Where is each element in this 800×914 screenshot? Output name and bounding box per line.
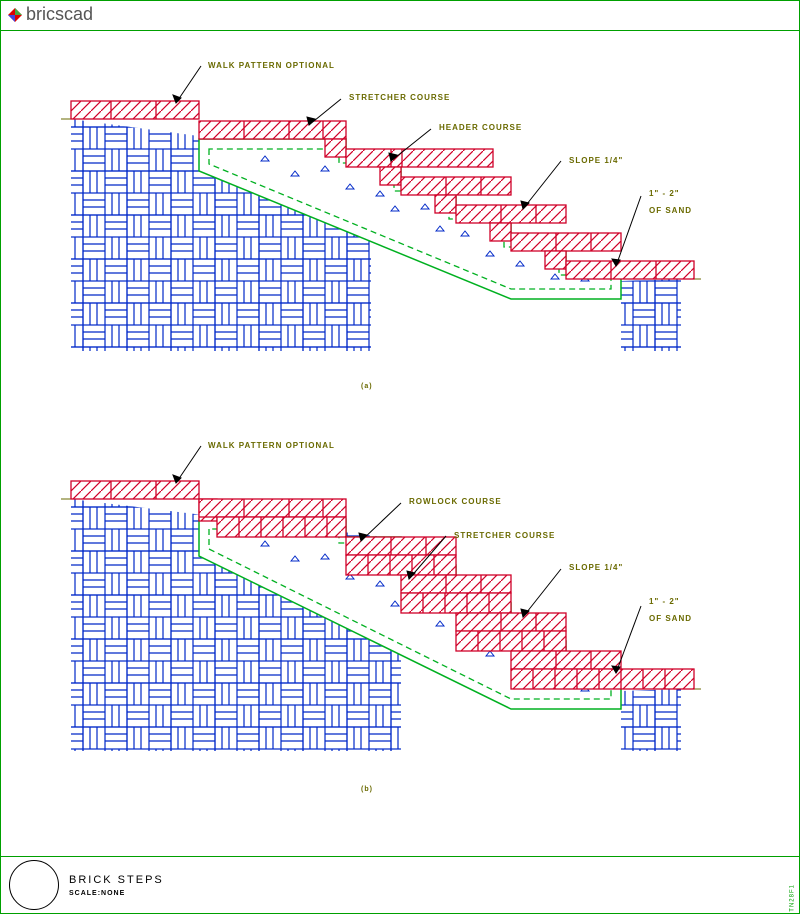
title-block: BRICK STEPS SCALE:NONE xyxy=(1,856,799,913)
drawing-number: TN28F1 xyxy=(790,884,796,912)
label-sand1-b: 1" - 2" xyxy=(649,597,680,606)
label-walk-a: WALK PATTERN OPTIONAL xyxy=(208,61,335,70)
detail-a: WALK PATTERN OPTIONAL STRETCHER COURSE H… xyxy=(61,61,741,401)
detail-b-svg xyxy=(61,441,741,801)
drawing-scale: SCALE:NONE xyxy=(69,890,164,897)
label-header-a: HEADER COURSE xyxy=(439,123,522,132)
caption-b: (b) xyxy=(361,786,373,793)
label-sand2-a: OF SAND xyxy=(649,206,692,215)
label-walk-b: WALK PATTERN OPTIONAL xyxy=(208,441,335,450)
detail-marker-circle xyxy=(9,860,59,910)
logo-icon xyxy=(8,8,22,22)
logo: bricscad xyxy=(8,4,93,25)
label-stretcher-b: STRETCHER COURSE xyxy=(454,531,555,540)
label-rowlock-b: ROWLOCK COURSE xyxy=(409,497,502,506)
logo-text: bricscad xyxy=(26,4,93,25)
label-slope-a: SLOPE 1/4" xyxy=(569,156,623,165)
label-sand2-b: OF SAND xyxy=(649,614,692,623)
caption-a: (a) xyxy=(361,383,373,390)
detail-b: WALK PATTERN OPTIONAL ROWLOCK COURSE STR… xyxy=(61,441,741,781)
label-stretcher-a: STRETCHER COURSE xyxy=(349,93,450,102)
drawing-area[interactable]: WALK PATTERN OPTIONAL STRETCHER COURSE H… xyxy=(1,31,799,854)
label-slope-b: SLOPE 1/4" xyxy=(569,563,623,572)
drawing-title: BRICK STEPS xyxy=(69,874,164,886)
detail-a-svg xyxy=(61,61,741,401)
label-sand1-a: 1" - 2" xyxy=(649,189,680,198)
